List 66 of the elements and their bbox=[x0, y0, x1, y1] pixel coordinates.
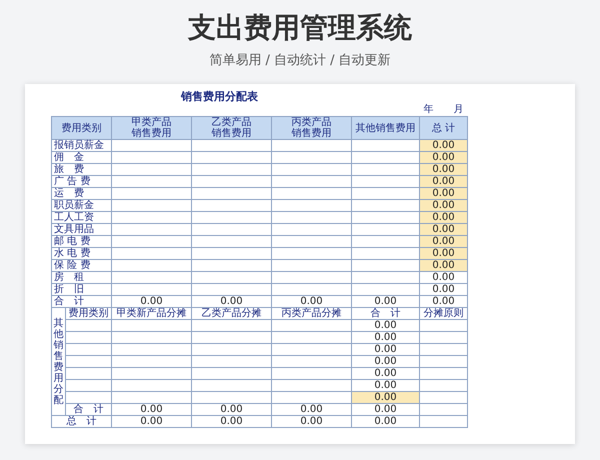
row-label: 职员薪金 bbox=[52, 200, 112, 212]
row-label: 合 计 bbox=[52, 296, 112, 308]
column-header: 总 计 bbox=[420, 116, 468, 140]
table-cell: 0.00 bbox=[352, 392, 420, 404]
column-header: 合 计 bbox=[352, 308, 420, 320]
table-cell: 0.00 bbox=[420, 236, 468, 248]
row-label: 保 险 费 bbox=[52, 260, 112, 272]
table-cell: 0.00 bbox=[352, 416, 420, 428]
table-cell: 0.00 bbox=[352, 296, 420, 308]
row-label: 运 费 bbox=[52, 188, 112, 200]
table-cell: 0.00 bbox=[352, 368, 420, 380]
row-label: 工人工资 bbox=[52, 212, 112, 224]
column-header: 丙类产品 销售费用 bbox=[272, 116, 352, 140]
column-header: 甲类产品 销售费用 bbox=[112, 116, 192, 140]
row-label: 房 租 bbox=[52, 272, 112, 284]
row-label: 合 计 bbox=[66, 404, 112, 416]
sheet-title: 销售费用分配表 bbox=[181, 90, 258, 102]
column-header: 分摊原则 bbox=[420, 308, 468, 320]
row-label: 文具用品 bbox=[52, 224, 112, 236]
table-cell: 0.00 bbox=[192, 416, 272, 428]
table-cell: 0.00 bbox=[420, 248, 468, 260]
row-label: 邮 电 费 bbox=[52, 236, 112, 248]
table-cell: 0.00 bbox=[420, 176, 468, 188]
table-cell: 0.00 bbox=[112, 404, 192, 416]
row-label: 佣 金 bbox=[52, 152, 112, 164]
table-cell: 0.00 bbox=[420, 296, 468, 308]
table-cell: 0.00 bbox=[420, 272, 468, 284]
table-cell: 0.00 bbox=[272, 404, 352, 416]
row-group-label: 其他销售费用分配 bbox=[54, 318, 64, 406]
row-label: 水 电 费 bbox=[52, 248, 112, 260]
table-cell: 0.00 bbox=[272, 416, 352, 428]
column-header: 甲类新产品分摊 bbox=[112, 308, 192, 320]
table-cell: 0.00 bbox=[420, 140, 468, 152]
column-header: 费用类别 bbox=[66, 308, 112, 320]
column-header: 其他销售费用 bbox=[352, 116, 420, 140]
row-label: 旅 费 bbox=[52, 164, 112, 176]
table-cell: 0.00 bbox=[420, 200, 468, 212]
table-cell: 0.00 bbox=[420, 212, 468, 224]
table-cell: 0.00 bbox=[352, 332, 420, 344]
table-cell: 0.00 bbox=[352, 356, 420, 368]
table-cell: 0.00 bbox=[352, 344, 420, 356]
table-cell: 0.00 bbox=[112, 296, 192, 308]
row-label: 广 告 费 bbox=[52, 176, 112, 188]
row-label: 折 旧 bbox=[52, 284, 112, 296]
column-header: 费用类别 bbox=[52, 116, 112, 140]
table-cell: 0.00 bbox=[420, 260, 468, 272]
table-cell: 0.00 bbox=[112, 416, 192, 428]
table-cell: 0.00 bbox=[420, 152, 468, 164]
table-cell: 0.00 bbox=[192, 296, 272, 308]
table-cell: 0.00 bbox=[272, 296, 352, 308]
table-cell: 0.00 bbox=[192, 404, 272, 416]
page-subtitle: 简单易用 / 自动统计 / 自动更新 bbox=[209, 52, 391, 70]
table-cell: 0.00 bbox=[352, 320, 420, 332]
row-label: 报销员薪金 bbox=[52, 140, 112, 152]
table-cell: 0.00 bbox=[420, 284, 468, 296]
page-title: 支出费用管理系统 bbox=[188, 10, 412, 46]
year-label: 年 bbox=[424, 104, 434, 116]
column-header: 乙类产品 销售费用 bbox=[192, 116, 272, 140]
column-header: 乙类产品分摊 bbox=[192, 308, 272, 320]
column-header: 丙类产品分摊 bbox=[272, 308, 352, 320]
table-cell: 0.00 bbox=[420, 188, 468, 200]
month-label: 月 bbox=[454, 104, 464, 116]
table-cell: 0.00 bbox=[420, 164, 468, 176]
row-label: 总 计 bbox=[52, 416, 112, 428]
table-cell: 0.00 bbox=[352, 404, 420, 416]
table-cell: 0.00 bbox=[420, 224, 468, 236]
